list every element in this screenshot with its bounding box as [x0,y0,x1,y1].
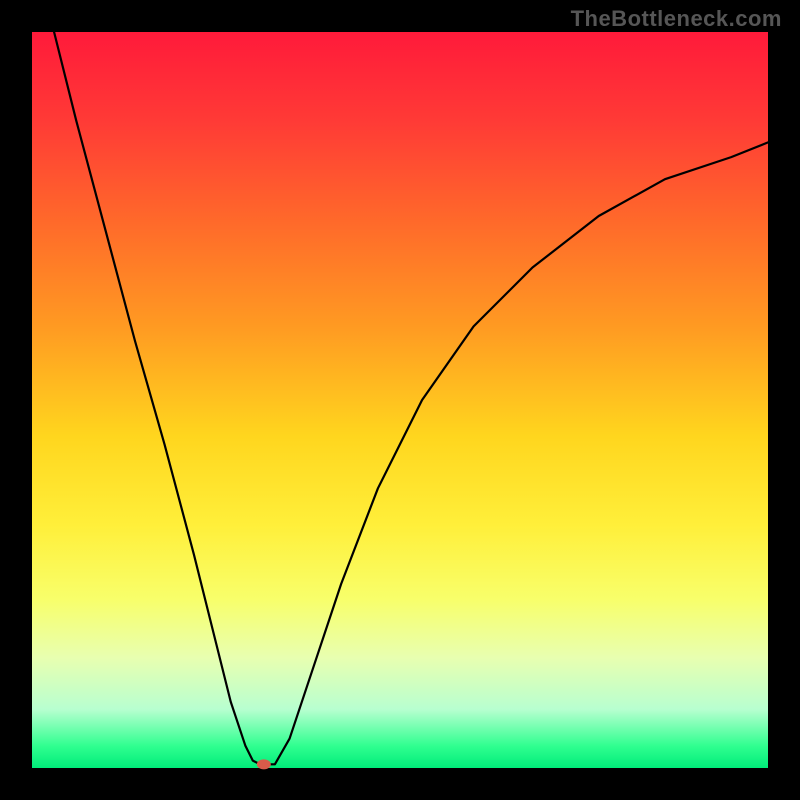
attribution-text: TheBottleneck.com [571,6,782,32]
bottleneck-curve [54,32,768,764]
chart-frame: TheBottleneck.com [0,0,800,800]
min-point-marker [257,759,271,769]
chart-overlay [32,32,768,768]
